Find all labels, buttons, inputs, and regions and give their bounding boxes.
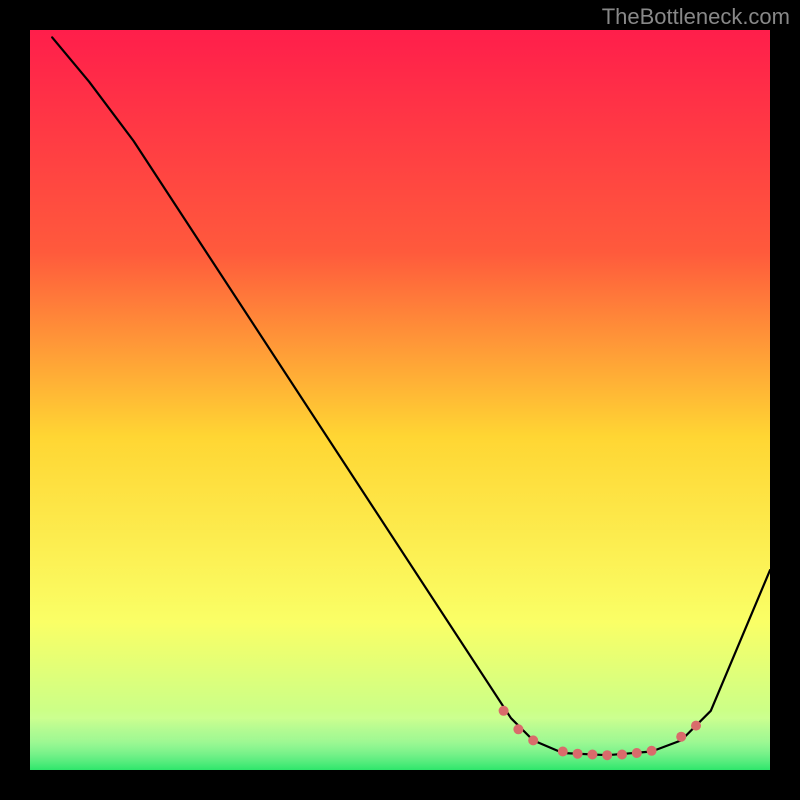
watermark-text: TheBottleneck.com [602,4,790,30]
data-marker [573,749,583,759]
data-marker [499,706,509,716]
data-marker [676,732,686,742]
data-marker [632,748,642,758]
plot-area [30,30,770,770]
green-band [30,711,770,770]
gradient-background [30,30,770,770]
data-marker [617,750,627,760]
chart-container: TheBottleneck.com [0,0,800,800]
data-marker [691,721,701,731]
data-marker [647,746,657,756]
data-marker [558,747,568,757]
data-marker [513,724,523,734]
data-marker [602,750,612,760]
data-marker [528,735,538,745]
data-marker [587,750,597,760]
chart-svg [30,30,770,770]
